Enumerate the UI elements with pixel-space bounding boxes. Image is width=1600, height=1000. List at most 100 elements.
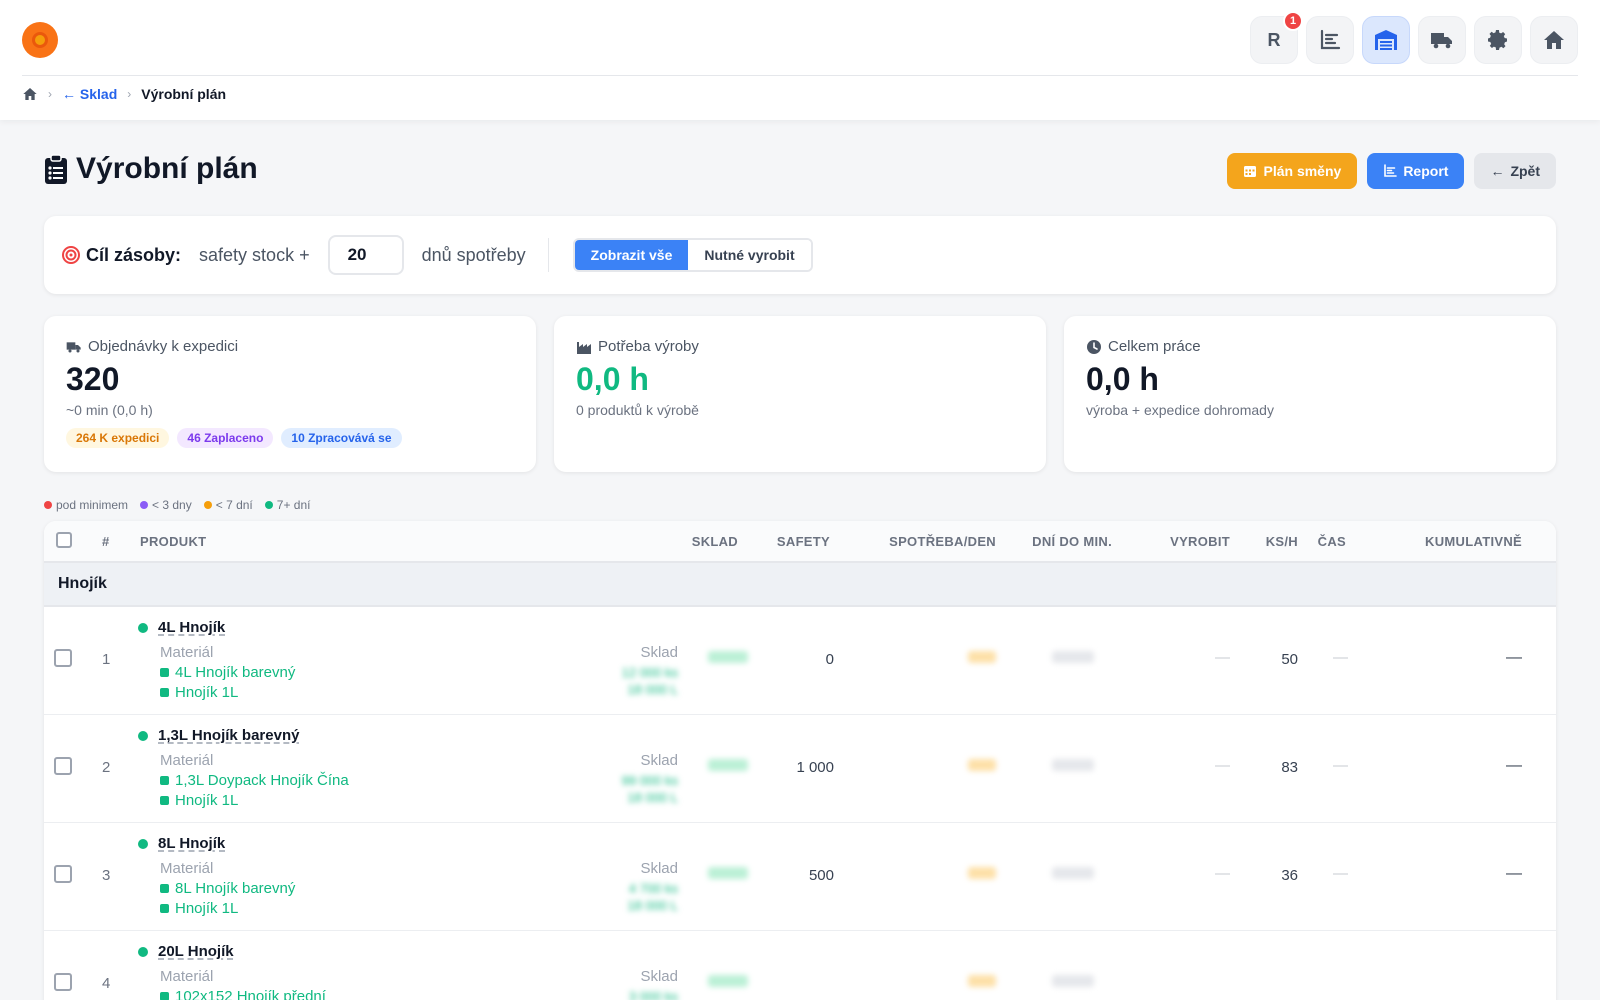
product-name-wrap: 1,3L Hnojík barevný <box>138 727 299 744</box>
stock-cell: Sklad <box>558 644 678 661</box>
col-cumulative[interactable]: KUMULATIVNĚ <box>1425 534 1522 549</box>
row-checkbox[interactable] <box>54 757 72 775</box>
table-row[interactable]: 2 1,3L Hnojík barevný Materiál 1,3L Doypa… <box>44 715 1556 823</box>
row-checkbox[interactable] <box>54 649 72 667</box>
shift-plan-label: Plán směny <box>1263 163 1342 179</box>
material-item[interactable]: Hnojík 1L <box>160 900 295 917</box>
col-consumption[interactable]: SPOTŘEBA/DEN <box>889 534 996 549</box>
back-button[interactable]: ← Zpět <box>1474 153 1556 189</box>
status-dot <box>138 946 148 957</box>
page-title: Výrobní plán <box>76 152 258 185</box>
table-row[interactable]: 4 20L Hnojík Materiál 102x152 Hnojík před… <box>44 931 1556 1000</box>
production-need-value: 0,0 h <box>576 361 649 397</box>
produce-value: — <box>1215 757 1230 774</box>
blurred-consumption <box>968 867 996 879</box>
box-icon <box>160 904 169 913</box>
material-item[interactable]: 1,3L Doypack Hnojík Čína <box>160 772 349 789</box>
blurred-consumption <box>968 759 996 771</box>
product-name[interactable]: 1,3L Hnojík barevný <box>158 727 299 744</box>
total-work-header: Celkem práce <box>1086 338 1534 355</box>
box-icon <box>160 884 169 893</box>
group-row[interactable]: Hnojík <box>44 563 1556 607</box>
factory-icon <box>577 341 591 354</box>
box-icon <box>160 688 169 697</box>
rate-value: 36 <box>1281 867 1298 884</box>
product-name-wrap: 20L Hnojík <box>138 943 234 960</box>
report-button[interactable]: Report <box>1367 153 1465 189</box>
col-safety[interactable]: SAFETY <box>777 534 830 549</box>
breadcrumb-current: Výrobní plán <box>141 86 227 102</box>
select-all-checkbox[interactable] <box>56 532 72 548</box>
stock-target-card: Cíl zásoby: safety stock + 20 dnů spotře… <box>44 216 1556 294</box>
material-item[interactable]: Hnojík 1L <box>160 684 295 701</box>
table-body: 1 4L Hnojík Materiál 4L Hnojík barevný Hno… <box>44 607 1556 1000</box>
material-item[interactable]: 102x152 Hnojík přední <box>160 988 326 1000</box>
row-checkbox[interactable] <box>54 865 72 883</box>
col-rate[interactable]: KS/H <box>1266 534 1298 549</box>
nav-chart-button[interactable] <box>1306 16 1354 64</box>
col-stock[interactable]: SKLAD <box>692 534 738 549</box>
days-input[interactable]: 20 <box>327 235 404 275</box>
clock-icon <box>1087 339 1101 354</box>
legend-item-red: pod minimem <box>44 498 128 512</box>
material-item[interactable]: 4L Hnojík barevný <box>160 664 295 681</box>
nav-home-button[interactable] <box>1530 16 1578 64</box>
safety-value: 0 <box>825 651 834 668</box>
product-name[interactable]: 20L Hnojík <box>158 943 234 960</box>
nav-settings-button[interactable] <box>1474 16 1522 64</box>
app-logo[interactable] <box>22 22 58 58</box>
col-days-to-min[interactable]: DNÍ DO MIN. <box>1032 534 1112 549</box>
show-all-toggle[interactable]: Zobrazit vše <box>574 240 689 270</box>
legend-label: pod minimem <box>56 498 129 512</box>
stock-cell: Sklad <box>558 752 678 769</box>
status-badge-to-ship[interactable]: 264 K expedici <box>66 428 170 448</box>
material-list: Materiál 102x152 Hnojík přední <box>160 968 326 1000</box>
target-suffix: dnů spotřeby <box>421 244 526 265</box>
col-produce[interactable]: VYROBIT <box>1170 534 1230 549</box>
blurred-stock-count <box>708 651 748 663</box>
row-index: 1 <box>102 651 111 668</box>
must-produce-toggle[interactable]: Nutné vyrobit <box>688 240 811 270</box>
shift-plan-button[interactable]: Plán směny <box>1227 153 1358 189</box>
back-label: Zpět <box>1510 163 1540 179</box>
table-row[interactable]: 3 8L Hnojík Materiál 8L Hnojík barevný Hno… <box>44 823 1556 931</box>
col-product[interactable]: PRODUKT <box>140 534 206 549</box>
material-label: Materiál <box>160 968 214 985</box>
material-name: 1,3L Doypack Hnojík Čína <box>175 772 349 789</box>
status-badge-processing[interactable]: 10 Zpracovává se <box>281 428 402 448</box>
home-icon[interactable] <box>22 86 38 102</box>
status-badge-paid[interactable]: 46 Zaplaceno <box>177 428 274 448</box>
material-label: Materiál <box>160 752 214 769</box>
col-time[interactable]: ČAS <box>1318 534 1346 549</box>
product-name[interactable]: 8L Hnojík <box>158 835 225 852</box>
product-name[interactable]: 4L Hnojík <box>158 619 225 636</box>
material-item[interactable]: 8L Hnojík barevný <box>160 880 295 897</box>
nav-warehouse-button[interactable] <box>1362 16 1410 64</box>
table-row[interactable]: 1 4L Hnojík Materiál 4L Hnojík barevný Hno… <box>44 607 1556 715</box>
warehouse-icon <box>1375 30 1397 50</box>
material-item[interactable]: Hnojík 1L <box>160 792 349 809</box>
user-avatar-button[interactable]: R 1 <box>1250 11 1303 64</box>
production-need-header: Potřeba výroby <box>576 338 1024 355</box>
user-initial: R <box>1267 29 1281 50</box>
blurred-consumption <box>968 975 996 987</box>
total-work-value: 0,0 h <box>1086 361 1159 397</box>
time-value: — <box>1333 757 1348 774</box>
filter-toggle: Zobrazit vše Nutné vyrobit <box>572 238 813 272</box>
orders-stat-title: Objednávky k expedici <box>88 338 239 355</box>
breadcrumb-back-link[interactable]: ← Sklad <box>62 86 117 102</box>
box-icon <box>160 796 169 805</box>
nav-shipping-button[interactable] <box>1418 16 1466 64</box>
chart-icon <box>1320 29 1341 50</box>
blurred-stock-values: 3 000 ks <box>628 989 678 1000</box>
production-table: # PRODUKT SKLAD SAFETY SPOTŘEBA/DEN DNÍ … <box>44 521 1556 1000</box>
stock-label: Sklad <box>640 644 678 661</box>
material-name: 4L Hnojík barevný <box>175 664 296 681</box>
breadcrumb-back-label: Sklad <box>79 86 118 102</box>
breadcrumb-separator: › <box>48 87 52 101</box>
row-checkbox[interactable] <box>54 973 72 991</box>
blurred-days <box>1052 651 1094 663</box>
material-name: 102x152 Hnojík přední <box>175 988 326 1000</box>
gear-icon <box>1488 30 1507 50</box>
blurred-days <box>1052 759 1094 771</box>
